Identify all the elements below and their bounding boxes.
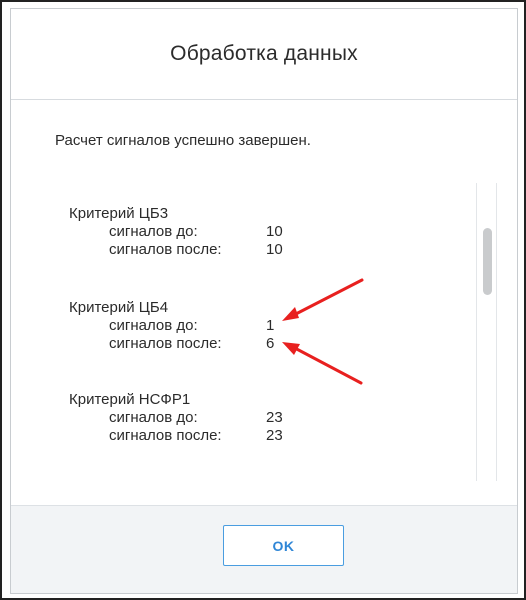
signals-before-row: сигналов до: 23	[69, 409, 283, 427]
scrollbar-thumb[interactable]	[483, 228, 492, 295]
signals-after-value: 6	[266, 335, 275, 352]
signals-after-value: 10	[266, 241, 283, 258]
dialog-title: Обработка данных	[170, 42, 358, 65]
signals-after-row: сигналов после: 23	[69, 427, 283, 445]
results-scrollbar[interactable]	[476, 183, 497, 481]
criterion-title: Критерий ЦБ4	[69, 299, 169, 316]
signals-after-row: сигналов после: 10	[69, 241, 283, 259]
results-list[interactable]: Критерий ЦБ3 сигналов до: 10 сигналов по…	[57, 195, 477, 475]
signals-before-row: сигналов до: 10	[69, 223, 283, 241]
ok-button[interactable]: OK	[223, 525, 344, 566]
signals-before-label: сигналов до:	[109, 409, 198, 426]
criterion-block-cb4: Критерий ЦБ4 сигналов до: 1 сигналов пос…	[69, 299, 274, 353]
criterion-block-cb3: Критерий ЦБ3 сигналов до: 10 сигналов по…	[69, 205, 283, 259]
dialog-footer: OK	[11, 505, 517, 593]
signals-before-value: 10	[266, 223, 283, 240]
signals-after-row: сигналов после: 6	[69, 335, 274, 353]
criterion-block-nsfr1: Критерий НСФР1 сигналов до: 23 сигналов …	[69, 391, 283, 445]
signals-after-label: сигналов после:	[109, 335, 222, 352]
criterion-title: Критерий НСФР1	[69, 391, 191, 408]
dialog-frame: Обработка данных Расчет сигналов успешно…	[10, 8, 518, 594]
signals-before-row: сигналов до: 1	[69, 317, 274, 335]
criterion-title: Критерий ЦБ3	[69, 205, 169, 222]
signals-after-label: сигналов после:	[109, 427, 222, 444]
status-message: Расчет сигналов успешно завершен.	[55, 132, 311, 149]
signals-before-label: сигналов до:	[109, 317, 198, 334]
signals-before-value: 1	[266, 317, 275, 334]
signals-after-label: сигналов после:	[109, 241, 222, 258]
data-processing-dialog: Обработка данных Расчет сигналов успешно…	[0, 0, 526, 600]
dialog-header: Обработка данных	[11, 9, 517, 100]
signals-before-value: 23	[266, 409, 283, 426]
signals-after-value: 23	[266, 427, 283, 444]
signals-before-label: сигналов до:	[109, 223, 198, 240]
